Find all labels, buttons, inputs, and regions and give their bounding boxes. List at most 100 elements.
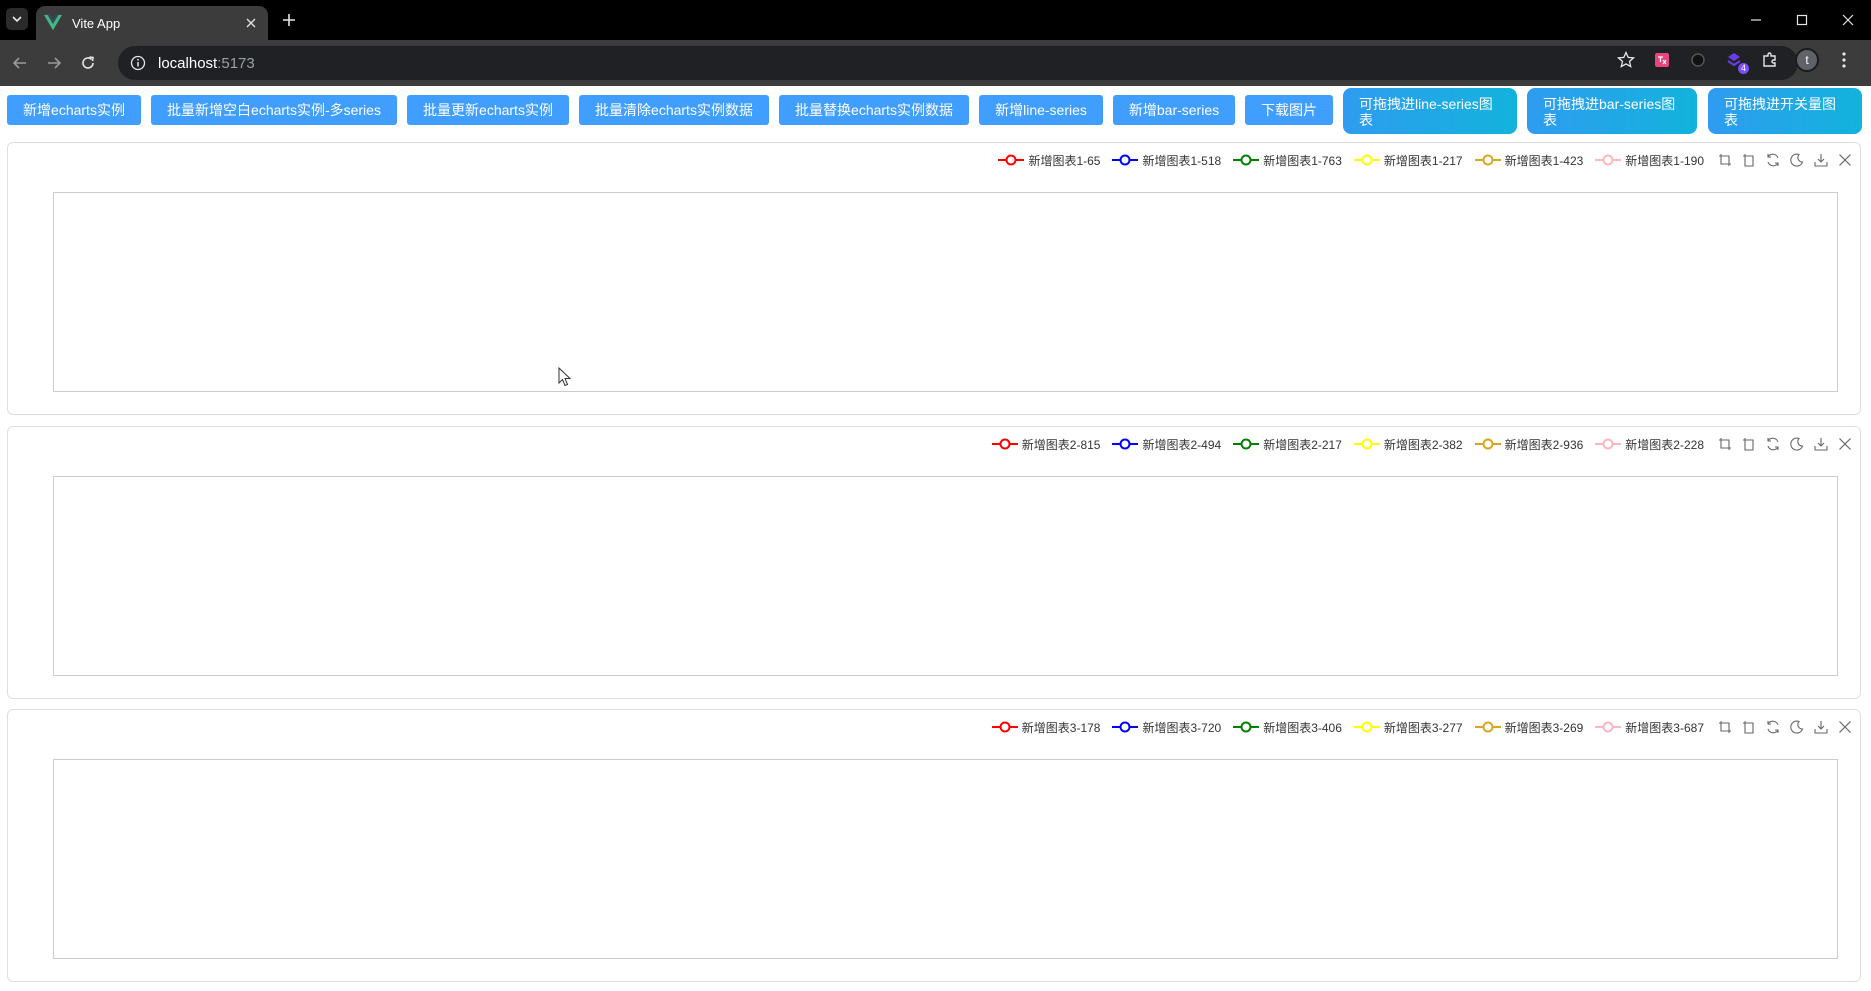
close-icon[interactable]	[1836, 435, 1854, 453]
browser-tab-bar: Vite App	[0, 0, 1871, 40]
forward-icon[interactable]	[40, 49, 68, 77]
legend-item[interactable]: 新增图表3-178	[991, 719, 1101, 736]
download-icon[interactable]	[1812, 718, 1830, 736]
legend-line-marker-icon	[1474, 438, 1501, 450]
url-port: :5173	[217, 54, 255, 72]
legend-line-marker-icon	[1595, 154, 1622, 166]
zoom-reset-icon[interactable]	[1740, 151, 1758, 169]
vue-logo-icon	[44, 14, 62, 31]
tab-close-icon[interactable]	[242, 14, 260, 32]
legend-line-marker-icon	[1595, 721, 1622, 733]
back-icon[interactable]	[6, 49, 34, 77]
legend-line-marker-icon	[1233, 721, 1260, 733]
legend-item[interactable]: 新增图表2-217	[1233, 436, 1342, 453]
legend-line-marker-icon	[1353, 154, 1380, 166]
legend-label: 新增图表3-269	[1504, 720, 1584, 735]
legend-label: 新增图表3-720	[1142, 720, 1222, 735]
legend-label: 新增图表1-423	[1504, 153, 1584, 168]
circle-extension-icon[interactable]	[1687, 49, 1709, 71]
legend-line-marker-icon	[998, 154, 1025, 166]
window-close-icon[interactable]	[1825, 0, 1871, 40]
batch-add-blank-instances-button[interactable]: 批量新增空白echarts实例-多series	[151, 95, 397, 125]
legend-item[interactable]: 新增图表2-228	[1595, 436, 1704, 453]
legend-label: 新增图表3-178	[1021, 720, 1101, 735]
legend-item[interactable]: 新增图表2-815	[991, 436, 1101, 453]
theme-toggle-icon[interactable]	[1788, 718, 1806, 736]
legend-item[interactable]: 新增图表1-763	[1233, 152, 1342, 169]
zoom-reset-icon[interactable]	[1740, 718, 1758, 736]
legend-item[interactable]: 新增图表2-936	[1474, 436, 1583, 453]
batch-replace-instance-data-button[interactable]: 批量替换echarts实例数据	[779, 95, 969, 125]
download-image-button[interactable]: 下载图片	[1245, 95, 1333, 125]
draggable-bar-series-button[interactable]: 可拖拽进bar-series图表	[1527, 88, 1697, 134]
legend-label: 新增图表1-217	[1383, 153, 1463, 168]
extension-area: 4 t	[1615, 48, 1855, 74]
add-bar-series-button[interactable]: 新增bar-series	[1113, 95, 1235, 125]
legend-line-marker-icon	[991, 438, 1018, 450]
legend-item[interactable]: 新增图表2-382	[1353, 436, 1463, 453]
legend-item[interactable]: 新增图表3-687	[1595, 719, 1704, 736]
legend-item[interactable]: 新增图表2-494	[1112, 436, 1221, 453]
add-line-series-button[interactable]: 新增line-series	[979, 95, 1103, 125]
restore-icon[interactable]	[1764, 718, 1782, 736]
download-icon[interactable]	[1812, 151, 1830, 169]
puzzle-extensions-icon[interactable]	[1759, 49, 1781, 71]
menu-kebab-icon[interactable]	[1833, 49, 1855, 71]
zoom-reset-icon[interactable]	[1740, 435, 1758, 453]
legend-label: 新增图表2-228	[1625, 437, 1704, 452]
legend-item[interactable]: 新增图表3-406	[1233, 719, 1342, 736]
legend-label: 新增图表1-190	[1625, 153, 1704, 168]
zoom-icon[interactable]	[1716, 151, 1734, 169]
close-icon[interactable]	[1836, 151, 1854, 169]
action-button-bar: 新增echarts实例 批量新增空白echarts实例-多series 批量更新…	[0, 86, 1871, 136]
draggable-line-series-button[interactable]: 可拖拽进line-series图表	[1343, 88, 1517, 134]
chart-plot-area[interactable]	[53, 192, 1838, 392]
legend-item[interactable]: 新增图表3-277	[1353, 719, 1463, 736]
restore-icon[interactable]	[1764, 151, 1782, 169]
chart-plot-area[interactable]	[53, 759, 1838, 959]
chart-panel-2: 新增图表2-815 新增图表2-494 新增图表2-217 新增图表2-382 新增图表…	[7, 426, 1861, 699]
legend-line-marker-icon	[1353, 438, 1380, 450]
zoom-icon[interactable]	[1716, 718, 1734, 736]
bookmark-star-icon[interactable]	[1615, 49, 1637, 71]
theme-toggle-icon[interactable]	[1788, 435, 1806, 453]
translate-extension-icon[interactable]	[1651, 49, 1673, 71]
batch-clear-instance-data-button[interactable]: 批量清除echarts实例数据	[579, 95, 769, 125]
add-echarts-instance-button[interactable]: 新增echarts实例	[7, 95, 141, 125]
legend-line-marker-icon	[1474, 154, 1501, 166]
chart-toolbox	[1716, 435, 1854, 453]
tab-title: Vite App	[72, 15, 121, 31]
address-bar[interactable]: localhost:5173	[118, 46, 1798, 80]
purple-extension-icon[interactable]: 4	[1723, 49, 1749, 74]
legend-item[interactable]: 新增图表3-720	[1112, 719, 1221, 736]
zoom-icon[interactable]	[1716, 435, 1734, 453]
browser-tab[interactable]: Vite App	[36, 6, 268, 40]
restore-icon[interactable]	[1764, 435, 1782, 453]
new-tab-icon[interactable]	[278, 9, 300, 31]
theme-toggle-icon[interactable]	[1788, 151, 1806, 169]
reload-icon[interactable]	[74, 49, 102, 77]
legend-item[interactable]: 新增图表1-217	[1353, 152, 1463, 169]
legend-item[interactable]: 新增图表1-190	[1595, 152, 1704, 169]
minimize-icon[interactable]	[1733, 0, 1779, 40]
download-icon[interactable]	[1812, 435, 1830, 453]
chart-plot-area[interactable]	[53, 476, 1838, 676]
batch-update-instances-button[interactable]: 批量更新echarts实例	[407, 95, 569, 125]
legend-label: 新增图表2-815	[1021, 437, 1101, 452]
legend-item[interactable]: 新增图表1-518	[1112, 152, 1221, 169]
maximize-icon[interactable]	[1779, 0, 1825, 40]
mouse-cursor-icon	[558, 367, 572, 387]
close-icon[interactable]	[1836, 718, 1854, 736]
legend-item[interactable]: 新增图表1-423	[1474, 152, 1584, 169]
site-info-icon[interactable]	[128, 53, 148, 73]
legend-item[interactable]: 新增图表3-269	[1474, 719, 1584, 736]
legend-item[interactable]: 新增图表1-65	[998, 152, 1100, 169]
legend-label: 新增图表1-518	[1142, 153, 1222, 168]
tab-search-icon[interactable]	[6, 8, 28, 30]
draggable-switch-chart-button[interactable]: 可拖拽进开关量图表	[1708, 88, 1862, 134]
legend-line-marker-icon	[1233, 154, 1260, 166]
profile-avatar[interactable]: t	[1795, 48, 1819, 72]
chart-panel-1: 新增图表1-65 新增图表1-518 新增图表1-763 新增图表1-217 新增图表1…	[7, 142, 1861, 415]
legend-label: 新增图表2-217	[1263, 437, 1342, 452]
chart-toolbox	[1716, 718, 1854, 736]
